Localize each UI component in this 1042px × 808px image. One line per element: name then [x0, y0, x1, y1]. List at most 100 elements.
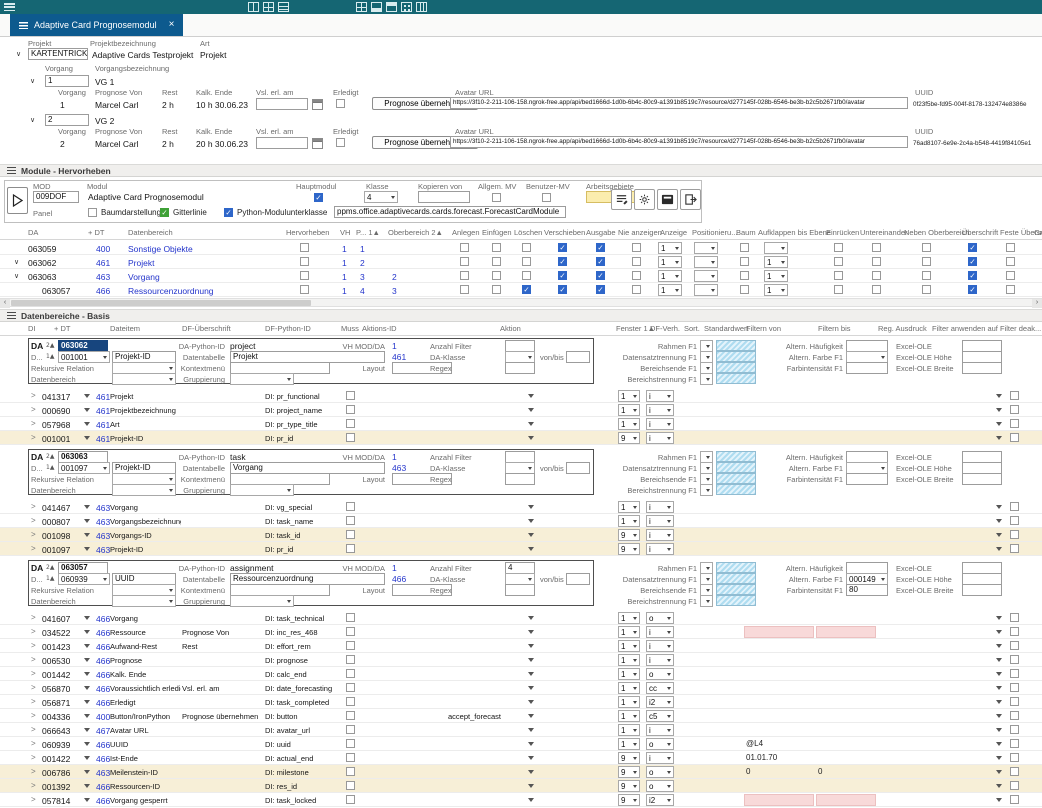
- di-dropdown-caret[interactable]: [84, 742, 90, 746]
- filter-deaktiviert-checkbox[interactable]: [1010, 697, 1019, 706]
- bereichstrennung-field[interactable]: [716, 595, 756, 606]
- fenster-select[interactable]: 1: [618, 418, 640, 430]
- bereichstrennung-select[interactable]: [700, 595, 713, 607]
- df-verh-select[interactable]: i2: [646, 696, 674, 708]
- di-dropdown-caret[interactable]: [84, 422, 90, 426]
- row-expander-icon[interactable]: ∨: [30, 78, 35, 85]
- filtern-von-cell[interactable]: [744, 640, 814, 652]
- einruecken-checkbox[interactable]: [834, 271, 843, 280]
- di-dropdown-caret[interactable]: [84, 700, 90, 704]
- filter-anwenden-dropdown-caret[interactable]: [996, 770, 1002, 774]
- hervorheben-checkbox[interactable]: [300, 257, 309, 266]
- muss-checkbox[interactable]: [346, 683, 355, 692]
- filtern-bis-cell[interactable]: [816, 543, 876, 555]
- df-verh-select[interactable]: cc: [646, 682, 674, 694]
- row-expander-icon[interactable]: ∨: [14, 259, 19, 266]
- filtern-von-cell[interactable]: [744, 668, 814, 680]
- baum-checkbox[interactable]: [740, 243, 749, 252]
- data-item-row[interactable]: >000690461ProjektbezeichnungDI: project_…: [0, 403, 1042, 417]
- filtern-von-cell[interactable]: [744, 626, 814, 638]
- filter-anwenden-dropdown-caret[interactable]: [996, 798, 1002, 802]
- aktion-dropdown-caret[interactable]: [528, 519, 534, 523]
- filter-anwenden-dropdown-caret[interactable]: [996, 658, 1002, 662]
- data-item-row[interactable]: >066643467Avatar URLDI: avatar_url1i: [0, 723, 1042, 737]
- dt-link[interactable]: 466: [96, 684, 110, 694]
- filter-anwenden-dropdown-caret[interactable]: [996, 519, 1002, 523]
- fenster-select[interactable]: 9: [618, 529, 640, 541]
- einruecken-checkbox[interactable]: [834, 257, 843, 266]
- df-verh-select[interactable]: i2: [646, 794, 674, 806]
- aktion-dropdown-caret[interactable]: [528, 616, 534, 620]
- muss-checkbox[interactable]: [346, 753, 355, 762]
- filter-anwenden-dropdown-caret[interactable]: [996, 700, 1002, 704]
- dt-link[interactable]: 466: [96, 614, 110, 624]
- df-verh-select[interactable]: i: [646, 501, 674, 513]
- row-expand-icon[interactable]: >: [31, 711, 36, 720]
- filtern-von-cell[interactable]: [744, 654, 814, 666]
- bereichstrennung-field[interactable]: [716, 373, 756, 384]
- row-expand-icon[interactable]: >: [31, 655, 36, 664]
- ueberschrift-checkbox[interactable]: ✓: [968, 285, 977, 294]
- muss-checkbox[interactable]: [346, 767, 355, 776]
- data-item-row[interactable]: >041317461ProjektDI: pr_functional1i: [0, 389, 1042, 403]
- filter-deaktiviert-checkbox[interactable]: [1010, 753, 1019, 762]
- muss-checkbox[interactable]: [346, 697, 355, 706]
- filter-deaktiviert-checkbox[interactable]: [1010, 613, 1019, 622]
- aktion-dropdown-caret[interactable]: [528, 742, 534, 746]
- datenbereich-link[interactable]: Sonstige Objekte: [128, 244, 280, 254]
- dt-link[interactable]: 466: [96, 698, 110, 708]
- filtern-von-cell[interactable]: [744, 794, 814, 806]
- di-dropdown-caret[interactable]: [84, 547, 90, 551]
- fenster-select[interactable]: 1: [618, 404, 640, 416]
- einruecken-checkbox[interactable]: [834, 285, 843, 294]
- datensatztrennung-field[interactable]: [716, 573, 756, 584]
- ueberschrift-checkbox[interactable]: ✓: [968, 243, 977, 252]
- filtern-von-cell[interactable]: [744, 515, 814, 527]
- filter-deaktiviert-checkbox[interactable]: [1010, 627, 1019, 636]
- row-expand-icon[interactable]: >: [31, 753, 36, 762]
- hervorheben-checkbox[interactable]: [300, 285, 309, 294]
- di-dropdown-caret[interactable]: [84, 798, 90, 802]
- filter-deaktiviert-checkbox[interactable]: [1010, 530, 1019, 539]
- aktion-dropdown-caret[interactable]: [528, 798, 534, 802]
- filter-deaktiviert-checkbox[interactable]: [1010, 683, 1019, 692]
- filtern-bis-cell[interactable]: [816, 501, 876, 513]
- df-verh-select[interactable]: i: [646, 404, 674, 416]
- regex-field[interactable]: [505, 473, 535, 485]
- filtern-von-cell[interactable]: [744, 390, 814, 402]
- bereichstrennung-field[interactable]: [716, 484, 756, 495]
- regex-field[interactable]: [505, 584, 535, 596]
- df-verh-select[interactable]: o: [646, 780, 674, 792]
- ausgabe-checkbox[interactable]: ✓: [596, 285, 605, 294]
- rahmen-field[interactable]: [716, 451, 756, 462]
- muss-checkbox[interactable]: [346, 669, 355, 678]
- aktion-dropdown-caret[interactable]: [528, 672, 534, 676]
- filter-anwenden-dropdown-caret[interactable]: [996, 422, 1002, 426]
- muss-checkbox[interactable]: [346, 613, 355, 622]
- filtern-von-cell[interactable]: [744, 501, 814, 513]
- filter-deaktiviert-checkbox[interactable]: [1010, 405, 1019, 414]
- feste-ueberschrift-checkbox[interactable]: [1006, 285, 1015, 294]
- data-item-row[interactable]: >000807463VorgangsbezeichnungDI: task_na…: [0, 514, 1042, 528]
- di-dropdown-caret[interactable]: [84, 436, 90, 440]
- filtern-von-cell[interactable]: [744, 780, 814, 792]
- data-item-row[interactable]: >004336400Button/IronPythonPrognose über…: [0, 709, 1042, 723]
- positionierung-select[interactable]: [694, 242, 718, 254]
- fenster-select[interactable]: 1: [618, 390, 640, 402]
- filtern-bis-cell[interactable]: [816, 640, 876, 652]
- filtern-bis-cell[interactable]: [816, 404, 876, 416]
- df-verh-select[interactable]: i: [646, 724, 674, 736]
- feste-ueberschrift-checkbox[interactable]: [1006, 271, 1015, 280]
- filter-anwenden-dropdown-caret[interactable]: [996, 672, 1002, 676]
- fenster-select[interactable]: 9: [618, 432, 640, 444]
- einruecken-checkbox[interactable]: [834, 243, 843, 252]
- fenster-select[interactable]: 1: [618, 696, 640, 708]
- dt-link[interactable]: 466: [96, 656, 110, 666]
- dt-link[interactable]: 400: [96, 712, 110, 722]
- nie-anzeigen-checkbox[interactable]: [632, 271, 641, 280]
- dt-link[interactable]: 466: [96, 670, 110, 680]
- filtern-bis-cell[interactable]: [816, 432, 876, 444]
- dt-link[interactable]: 463: [96, 272, 110, 282]
- dt-link[interactable]: 467: [96, 726, 110, 736]
- neben-oberbereich-checkbox[interactable]: [922, 271, 931, 280]
